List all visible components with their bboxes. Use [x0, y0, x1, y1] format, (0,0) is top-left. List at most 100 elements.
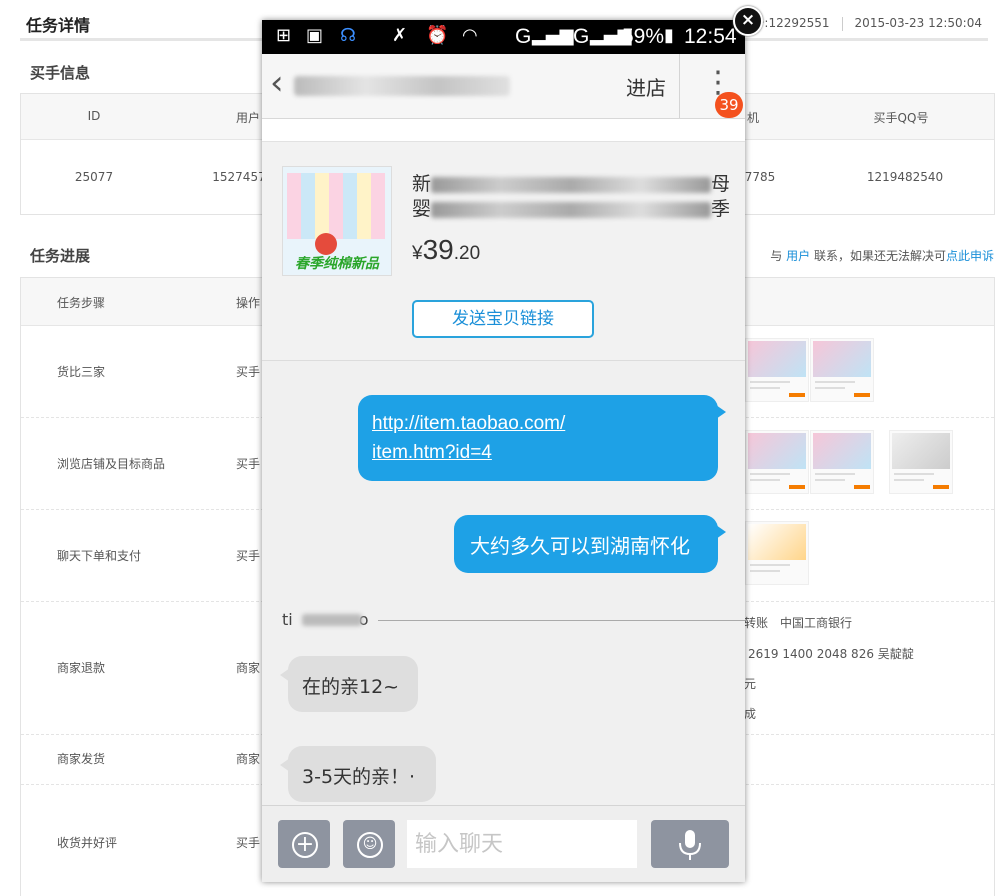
step-compare: 货比三家: [57, 365, 106, 379]
product-image[interactable]: 春季纯棉新品: [282, 166, 392, 276]
price-currency: ¥: [412, 243, 423, 264]
note-prefix: 与: [770, 249, 783, 263]
buyer-section-title: 买手信息: [30, 64, 91, 82]
mute-icon: ✗: [392, 25, 408, 46]
order-meta: 编号:12292551 2015-03-23 12:50:04: [740, 14, 982, 31]
price-integer: 39: [422, 234, 454, 265]
step-browse: 浏览店铺及目标商品: [57, 457, 166, 471]
product-promo-text: 春季纯棉新品: [295, 256, 379, 272]
shop-name-blurred: [294, 76, 510, 96]
screenshot-thumbnail[interactable]: [745, 430, 809, 494]
screenshot-thumbnail[interactable]: [810, 338, 874, 402]
appeal-note: 与 用户 联系，如果还无法解决可点此申诉: [770, 247, 994, 264]
status-bar: ⊞ ▣ ☊ ✗ ⏰ ◠ G ▂▄▆ G ▂▄▆ 59% ▮ 12:54: [262, 20, 745, 54]
enter-store-button[interactable]: 进店: [626, 72, 666, 101]
chat-screenshot-popup: ⊞ ▣ ☊ ✗ ⏰ ◠ G ▂▄▆ G ▂▄▆ 59% ▮ 12:54 ‹ 进店…: [262, 20, 745, 882]
meta-divider: [841, 16, 843, 31]
header-id: ID: [87, 109, 101, 123]
note-middle: 联系，如果还无法解决可: [813, 249, 946, 263]
title-blurred: [431, 176, 712, 193]
price-decimal: .20: [453, 243, 481, 264]
alarm-icon: ⏰: [426, 25, 449, 46]
sender-prefix: ti: [282, 610, 293, 629]
link-line-1[interactable]: http://item.taobao.com/: [372, 413, 565, 435]
emoji-icon: ☺: [357, 832, 383, 858]
plus-icon: +: [292, 832, 318, 858]
header-user: 用户: [235, 111, 260, 125]
incoming-message: 在的亲12~: [280, 656, 418, 712]
header-phone: 机: [746, 111, 759, 125]
step-refund: 商家退款: [57, 661, 106, 675]
headset-icon: ☊: [340, 25, 356, 46]
back-icon[interactable]: ‹: [270, 66, 284, 100]
user-link[interactable]: 用户: [786, 249, 810, 263]
signal-icon: ▂▄▆: [532, 25, 574, 46]
header-qq: 买手QQ号: [873, 111, 929, 125]
question-text: 大约多久可以到湖南怀化: [470, 534, 690, 558]
op-browse: 买手: [236, 457, 261, 471]
op-refund: 商家: [236, 661, 261, 675]
screenshot-thumbnail[interactable]: [889, 430, 953, 494]
close-icon[interactable]: ×: [733, 6, 763, 36]
title-char: 新: [412, 173, 432, 195]
signal-label-2: G: [573, 25, 590, 48]
buyer-user: 1527457: [212, 170, 266, 184]
op-ship: 商家: [236, 752, 261, 766]
mic-icon: [679, 830, 701, 860]
product-title: 新 母 婴 季: [412, 172, 730, 222]
title-char: 婴: [412, 198, 432, 220]
refund-account: 2619 1400 2048 826 吴靛靛: [748, 647, 914, 661]
reply-text-1: 在的亲12~: [302, 676, 400, 698]
op-chat-pay: 买手: [236, 549, 261, 563]
page-title: 任务详情: [26, 16, 91, 35]
screenshot-thumbnail[interactable]: [745, 521, 809, 585]
nav-divider: [679, 54, 680, 118]
step-review: 收货并好评: [57, 836, 118, 850]
image-icon: ▣: [306, 25, 324, 46]
order-datetime: 2015-03-23 12:50:04: [854, 16, 982, 30]
buyer-qq: 1219482540: [866, 170, 944, 184]
header-op: 操作: [236, 296, 261, 310]
battery-icon: ▮: [664, 25, 674, 46]
progress-section-title: 任务进展: [30, 247, 91, 265]
product-photo-person: [315, 233, 337, 255]
product-card: 春季纯棉新品 新 母 婴 季 ¥39.20 发送宝贝链接: [262, 142, 745, 361]
title-char: 季: [711, 198, 731, 220]
chat-input[interactable]: [407, 820, 637, 868]
emoji-button[interactable]: ☺: [343, 820, 395, 868]
link-line-2[interactable]: item.htm?id=4: [372, 442, 492, 464]
battery-percent: 59%: [622, 25, 665, 48]
chat-navbar: ‹ 进店 ⋮ 39: [262, 54, 745, 119]
clock: 12:54: [684, 25, 737, 48]
op-review: 买手: [236, 836, 261, 850]
title-blurred: [431, 201, 712, 218]
signal-label-1: G: [515, 25, 532, 48]
appeal-link[interactable]: 点此申诉: [946, 249, 994, 263]
step-chat-pay: 聊天下单和支付: [57, 549, 142, 563]
product-price: ¥39.20: [412, 234, 480, 266]
product-photo: [287, 173, 385, 239]
plus-icon: ⊞: [276, 25, 292, 46]
refund-status: 成: [744, 707, 757, 721]
refund-amount: 元: [744, 677, 757, 691]
screenshot-thumbnail[interactable]: [745, 338, 809, 402]
add-attachment-button[interactable]: +: [278, 820, 330, 868]
voice-button[interactable]: [651, 820, 729, 868]
incoming-message: 3-5天的亲！·: [280, 746, 436, 802]
nav-spacer: [262, 119, 745, 142]
step-ship: 商家发货: [57, 752, 106, 766]
notification-badge: 39: [715, 92, 743, 118]
sender-divider: [378, 620, 745, 621]
reply-text-2: 3-5天的亲！·: [302, 766, 416, 788]
buyer-id: 25077: [74, 170, 114, 184]
outgoing-question-message: 大约多久可以到湖南怀化: [454, 515, 726, 573]
header-step: 任务步骤: [57, 296, 106, 310]
chat-input-bar: + ☺: [262, 805, 745, 882]
wifi-icon: ◠: [462, 25, 478, 46]
buyer-phone: 7785: [744, 170, 776, 184]
send-item-link-button[interactable]: 发送宝贝链接: [412, 300, 594, 338]
screenshot-thumbnail[interactable]: [810, 430, 874, 494]
outgoing-link-message[interactable]: http://item.taobao.com/ item.htm?id=4: [358, 395, 726, 481]
refund-bank: 转账 中国工商银行: [744, 616, 853, 630]
op-compare: 买手: [236, 365, 261, 379]
